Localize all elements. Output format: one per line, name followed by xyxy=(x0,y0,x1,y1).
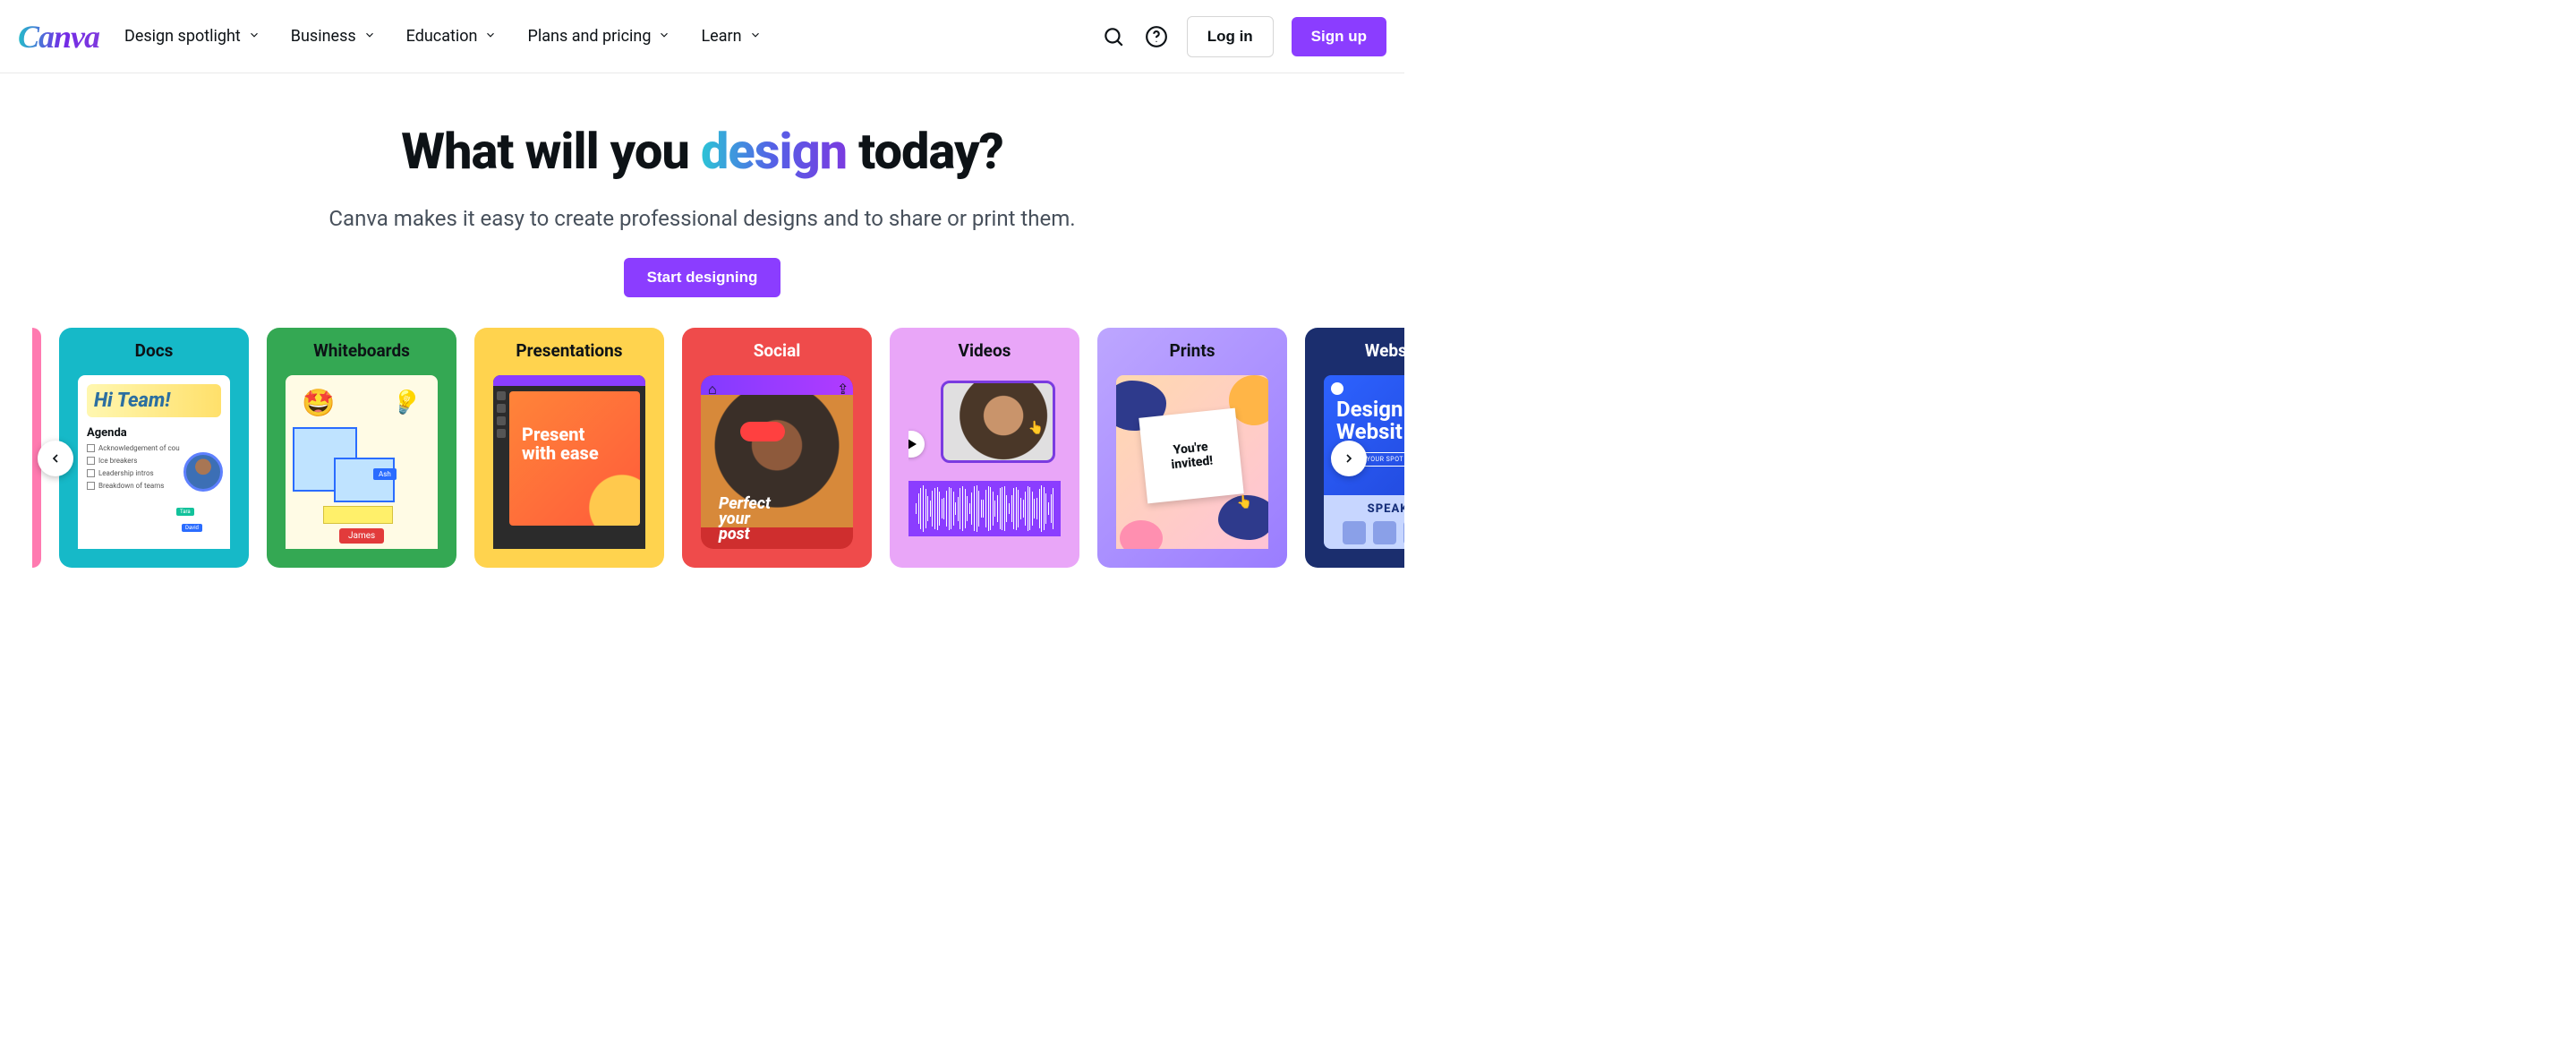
chevron-down-icon xyxy=(749,27,762,46)
card-preview: You're invited! 👆 xyxy=(1116,375,1268,549)
category-card-videos[interactable]: Videos 👆 xyxy=(890,328,1079,568)
brand-dot-icon xyxy=(1331,382,1343,395)
hero-heading-pre: What will you xyxy=(401,122,701,181)
slide-canvas: Present with ease xyxy=(509,391,640,526)
login-button[interactable]: Log in xyxy=(1187,16,1274,57)
hero: What will you design today? Canva makes … xyxy=(0,73,1404,297)
slide-line: Present xyxy=(522,425,599,444)
chevron-down-icon xyxy=(363,27,376,46)
home-icon: ⌂ xyxy=(708,381,717,390)
card-preview: Present with ease xyxy=(493,375,645,549)
card-title: Presentations xyxy=(516,340,622,361)
cursor-label: James xyxy=(339,528,384,544)
header-actions: Log in Sign up xyxy=(1101,16,1386,57)
card-title: Social xyxy=(754,340,801,361)
user-tag: David xyxy=(182,524,202,532)
primary-nav: Design spotlight Business Education Plan… xyxy=(124,27,762,46)
main-header: Canva Design spotlight Business Educatio… xyxy=(0,0,1404,73)
hero-subtitle: Canva makes it easy to create profession… xyxy=(18,206,1386,231)
nav-label: Learn xyxy=(701,27,741,46)
category-card-docs[interactable]: Docs Hi Team! Agenda Acknowledgement of … xyxy=(59,328,249,568)
nav-label: Plans and pricing xyxy=(527,27,651,46)
cursor-icon: 👆 xyxy=(1028,421,1044,435)
nav-label: Business xyxy=(291,27,356,46)
card-title: Videos xyxy=(959,340,1011,361)
docs-agenda-label: Agenda xyxy=(87,426,221,440)
web-line: Design xyxy=(1336,398,1404,421)
category-carousel: Docs Hi Team! Agenda Acknowledgement of … xyxy=(0,328,1404,578)
star-eyes-emoji-icon: 🤩 xyxy=(302,388,335,419)
signup-button[interactable]: Sign up xyxy=(1292,17,1386,56)
whiteboard-shape xyxy=(334,458,395,502)
card-preview: 👆 xyxy=(908,375,1061,549)
phone-toolbar: ⌂ ⇪ xyxy=(701,375,853,395)
cursor-label: Ash xyxy=(373,468,397,480)
hero-heading-gradient: design xyxy=(701,122,847,181)
canva-logo[interactable]: Canva xyxy=(18,18,99,56)
search-icon[interactable] xyxy=(1101,24,1126,49)
nav-business[interactable]: Business xyxy=(291,27,376,46)
hero-heading: What will you design today? xyxy=(18,122,1386,181)
docs-agenda-item: Acknowledgement of cou xyxy=(87,444,221,452)
video-frame: 👆 xyxy=(941,381,1055,463)
invitation-card: You're invited! xyxy=(1139,408,1243,504)
share-icon: ⇪ xyxy=(837,381,846,390)
card-title: Prints xyxy=(1169,340,1215,361)
slide-thumbnails xyxy=(497,391,506,438)
speaker-avatars xyxy=(1324,521,1404,544)
chevron-down-icon xyxy=(248,27,260,46)
cursor-icon: 👆 xyxy=(1237,495,1252,510)
hero-heading-post: today? xyxy=(847,122,1003,181)
speakers-label: SPEAKERS xyxy=(1324,495,1404,516)
nav-plans-pricing[interactable]: Plans and pricing xyxy=(527,27,670,46)
carousel-track: Docs Hi Team! Agenda Acknowledgement of … xyxy=(0,328,1404,568)
slide-line: with ease xyxy=(522,444,599,463)
chevron-down-icon xyxy=(484,27,497,46)
category-card-whiteboards[interactable]: Whiteboards 🤩 💡 Ash James xyxy=(267,328,456,568)
nav-design-spotlight[interactable]: Design spotlight xyxy=(124,27,260,46)
play-icon xyxy=(908,431,925,458)
category-card-social[interactable]: Social ⌂ ⇪ Perfect your post xyxy=(682,328,872,568)
blob-shape xyxy=(1120,520,1163,549)
chevron-down-icon xyxy=(658,27,670,46)
card-preview: Hi Team! Agenda Acknowledgement of cou I… xyxy=(78,375,230,549)
category-card-presentations[interactable]: Presentations Present with ease xyxy=(474,328,664,568)
nav-label: Design spotlight xyxy=(124,27,241,46)
slide-headline: Present with ease xyxy=(522,425,599,463)
audio-waveform xyxy=(908,481,1061,536)
carousel-next-button[interactable] xyxy=(1331,441,1367,476)
user-tag: Tara xyxy=(176,508,194,516)
nav-label: Education xyxy=(406,27,478,46)
social-overlay-text: Perfect your post xyxy=(719,496,771,542)
nav-learn[interactable]: Learn xyxy=(701,27,761,46)
speakers-section: SPEAKERS xyxy=(1324,495,1404,549)
lightbulb-icon: 💡 xyxy=(388,386,423,421)
sticky-note-icon xyxy=(323,506,393,524)
invitation-text: You're invited! xyxy=(1169,440,1214,473)
help-icon[interactable] xyxy=(1144,24,1169,49)
docs-hi-banner: Hi Team! xyxy=(87,384,221,417)
nav-education[interactable]: Education xyxy=(406,27,498,46)
card-title: Websites xyxy=(1365,340,1404,361)
avatar-icon xyxy=(183,452,223,492)
carousel-prev-button[interactable] xyxy=(38,441,73,476)
card-preview: 🤩 💡 Ash James xyxy=(286,375,438,549)
start-designing-button[interactable]: Start designing xyxy=(624,258,781,297)
overlay-line: post xyxy=(719,527,771,542)
category-card-prints[interactable]: Prints You're invited! 👆 xyxy=(1097,328,1287,568)
card-title: Whiteboards xyxy=(313,340,410,361)
editor-topbar xyxy=(493,375,645,386)
card-title: Docs xyxy=(135,340,174,361)
card-preview: ⌂ ⇪ Perfect your post xyxy=(701,375,853,549)
inv-line: invited! xyxy=(1171,454,1214,473)
